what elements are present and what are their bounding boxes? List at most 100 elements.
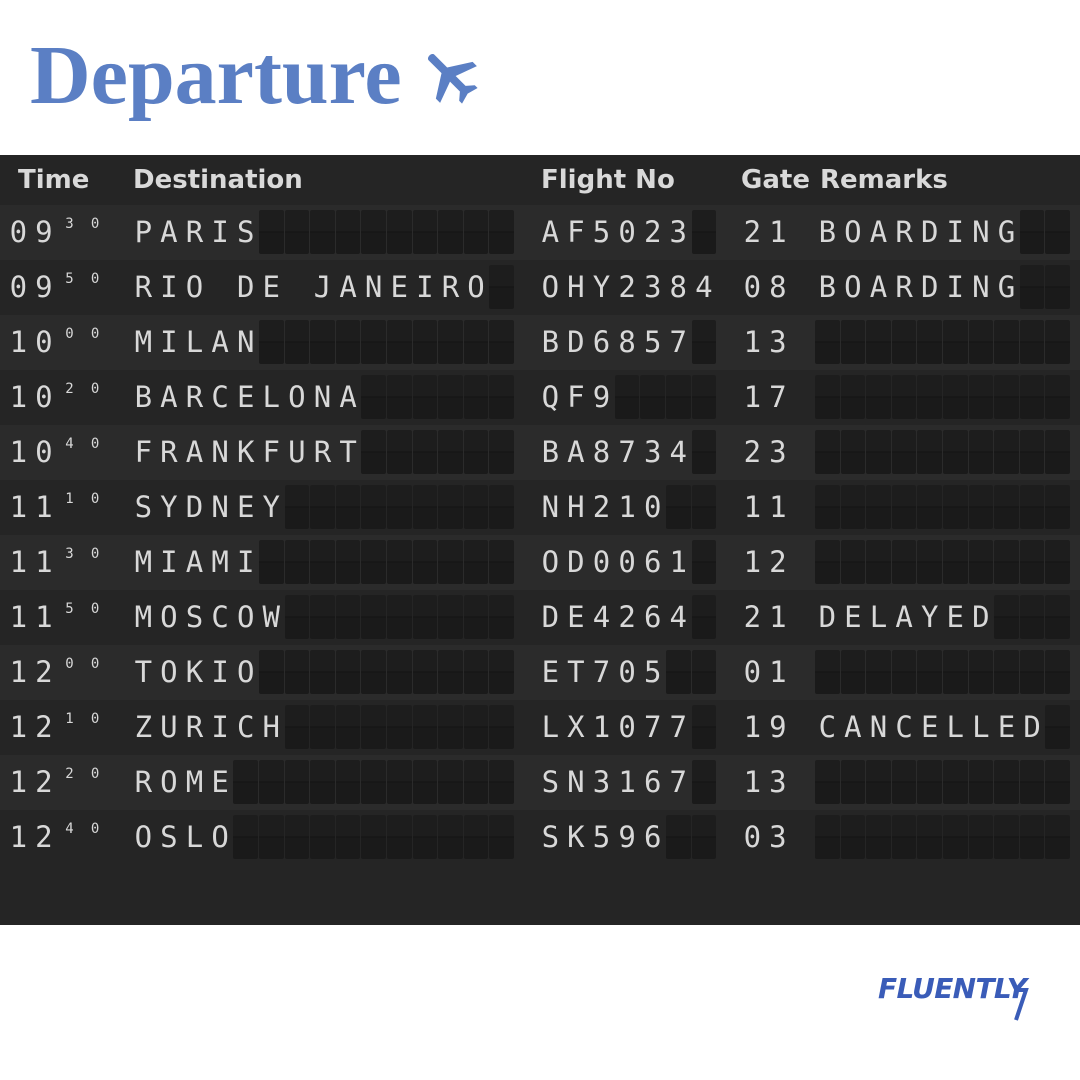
flap-tile	[917, 650, 942, 694]
flap-tile: D	[920, 215, 939, 249]
flap-tile	[942, 760, 968, 804]
flap-tile: 1	[35, 490, 53, 524]
time-cell: 1220	[6, 755, 107, 810]
flap-tile	[489, 210, 514, 254]
flap-tile: 7	[669, 710, 687, 744]
flap-tile: 9	[769, 710, 787, 744]
flap-tile	[335, 595, 361, 639]
flap-tile	[891, 320, 917, 364]
flap-tile: I	[211, 655, 229, 689]
flap-tile: I	[211, 710, 229, 744]
flap-tile: 1	[743, 710, 762, 744]
table-row: 1130MIAMIOD006112	[0, 535, 1080, 590]
flap-tile	[1045, 375, 1070, 419]
flight-number-cell: SN3167	[538, 755, 717, 810]
flap-tile: 1	[743, 490, 762, 524]
flap-tile: I	[416, 270, 434, 304]
flap-tile	[412, 815, 438, 859]
flap-tile: 0	[90, 601, 100, 617]
flap-tile	[438, 760, 463, 804]
remarks-cell	[815, 755, 1070, 810]
flap-tile: D	[1023, 710, 1041, 744]
flap-tile	[994, 540, 1019, 584]
flap-tile	[310, 705, 335, 749]
flap-tile	[968, 430, 994, 474]
flap-tile: R	[185, 215, 204, 249]
flap-tile: Q	[541, 380, 560, 414]
flap-tile	[691, 650, 717, 694]
flap-tile	[1019, 265, 1045, 309]
flap-tile	[386, 705, 412, 749]
flap-tile: 7	[618, 435, 636, 469]
flap-tile: R	[313, 435, 332, 469]
flap-tile: 7	[643, 710, 662, 744]
flap-tile: 1	[592, 710, 611, 744]
flap-tile	[1019, 540, 1045, 584]
flap-tile: O	[160, 600, 178, 634]
flap-tile	[361, 705, 386, 749]
flap-tile	[438, 595, 463, 639]
flap-tile: 1	[9, 600, 28, 634]
flap-tile: 2	[65, 766, 74, 782]
flap-tile	[942, 815, 968, 859]
flap-tile	[942, 485, 968, 529]
board-header: Time Destination Flight No Gate Remarks	[0, 155, 1080, 205]
flap-tile: 4	[669, 600, 687, 634]
flap-tile	[412, 375, 438, 419]
flap-tile	[1045, 705, 1070, 749]
table-row: 1240OSLOSK59603	[0, 810, 1080, 865]
destination-cell: MOSCOW	[131, 590, 514, 645]
flap-tile: Y	[160, 490, 178, 524]
flap-tile: 3	[769, 435, 787, 469]
flap-tile: 3	[769, 765, 787, 799]
flap-tile	[1045, 595, 1070, 639]
flap-tile	[840, 650, 866, 694]
svg-text:FLUENTLY: FLUENTLY	[878, 972, 1030, 1005]
flap-tile: N	[236, 325, 255, 359]
flap-tile: E	[844, 600, 862, 634]
flap-tile: 3	[65, 216, 74, 232]
flap-tile	[438, 815, 463, 859]
flap-tile: S	[134, 490, 153, 524]
flap-tile	[891, 760, 917, 804]
flap-tile	[386, 375, 412, 419]
table-row: 1210ZURICHLX107719CANCELLED	[0, 700, 1080, 755]
flap-tile	[994, 650, 1019, 694]
flap-tile: A	[895, 600, 913, 634]
flap-tile	[840, 760, 866, 804]
flap-tile: 0	[643, 490, 662, 524]
flap-tile: L	[262, 380, 280, 414]
column-header-remarks: Remarks	[820, 165, 948, 195]
gate-cell: 08	[740, 260, 790, 315]
flap-tile: R	[134, 270, 153, 304]
flap-tile	[917, 540, 942, 584]
flap-tile: F	[567, 215, 585, 249]
flap-tile	[968, 650, 994, 694]
flap-tile	[412, 650, 438, 694]
gate-cell: 01	[740, 645, 790, 700]
flap-tile	[942, 375, 968, 419]
flap-tile	[335, 540, 361, 584]
flap-tile: B	[134, 380, 153, 414]
flap-tile: N	[211, 490, 229, 524]
flap-tile: A	[160, 380, 178, 414]
flap-tile	[1045, 265, 1070, 309]
flap-tile	[1019, 375, 1045, 419]
flap-tile: L	[869, 600, 888, 634]
flap-tile: 0	[35, 325, 53, 359]
destination-cell: SYDNEY	[131, 480, 514, 535]
flap-tile	[361, 595, 386, 639]
flap-tile: F	[134, 435, 153, 469]
flap-tile: M	[134, 545, 153, 579]
flap-tile: O	[236, 655, 255, 689]
flap-tile	[1045, 540, 1070, 584]
remarks-cell	[815, 810, 1070, 865]
flap-tile	[438, 320, 463, 364]
remarks-cell	[815, 645, 1070, 700]
flap-tile: D	[818, 600, 837, 634]
flap-tile	[489, 320, 514, 364]
flight-number-cell: ET705	[538, 645, 717, 700]
flap-tile: N	[972, 215, 990, 249]
flap-tile: 6	[643, 600, 662, 634]
flap-tile	[968, 815, 994, 859]
